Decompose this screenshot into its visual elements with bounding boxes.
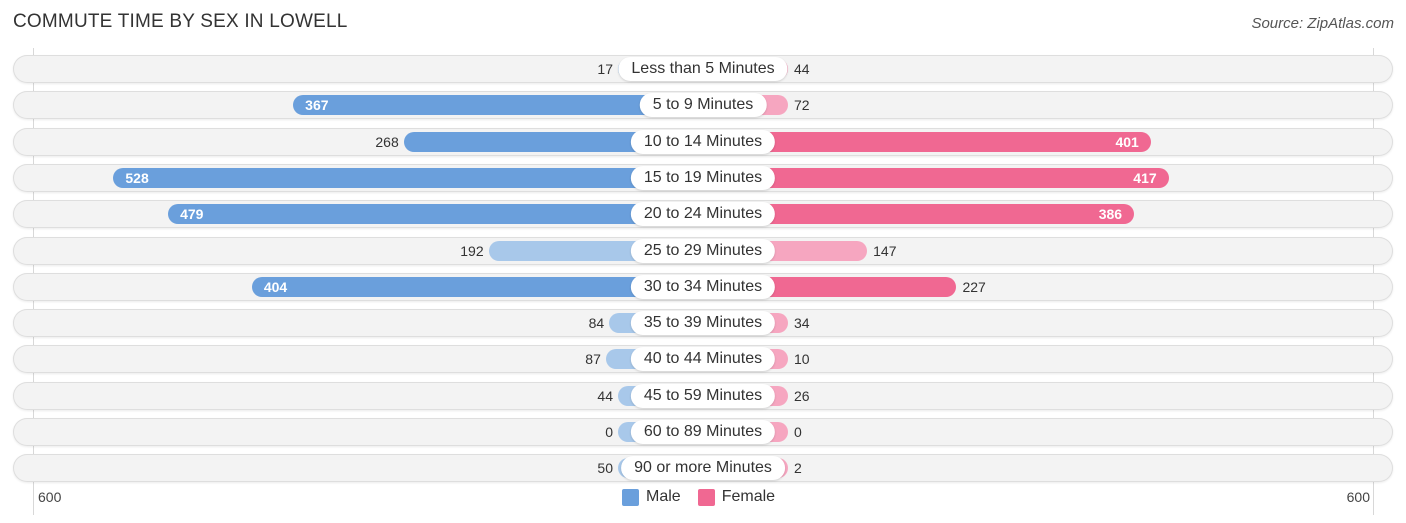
chart-row: 10 to 14 Minutes 268 401 — [13, 127, 1393, 156]
legend-item-male[interactable]: Male — [622, 488, 681, 506]
value-label-male: 84 — [588, 315, 605, 332]
value-label-female: 401 — [1115, 133, 1139, 150]
category-label: 30 to 34 Minutes — [630, 274, 776, 299]
category-label: 25 to 29 Minutes — [630, 238, 776, 263]
category-label: 15 to 19 Minutes — [630, 165, 776, 190]
value-label-female: 147 — [873, 242, 897, 259]
value-label-male: 404 — [263, 278, 288, 295]
legend: Male Female — [622, 488, 792, 506]
legend-label-female: Female — [721, 488, 776, 505]
category-label: 90 or more Minutes — [621, 456, 785, 481]
value-label-male: 87 — [585, 351, 601, 368]
value-label-female: 227 — [962, 278, 986, 295]
chart-row: 45 to 59 Minutes 44 26 — [13, 381, 1393, 410]
value-label-male: 367 — [305, 97, 329, 114]
legend-swatch-male — [622, 488, 639, 506]
category-label: 10 to 14 Minutes — [630, 129, 776, 154]
chart-row: 40 to 44 Minutes 87 10 — [13, 345, 1393, 374]
chart-row: 60 to 89 Minutes 0 0 — [13, 418, 1393, 446]
category-label: 40 to 44 Minutes — [630, 347, 776, 372]
value-label-male: 528 — [125, 169, 149, 186]
value-label-female: 417 — [1133, 169, 1157, 186]
chart-row: 30 to 34 Minutes 404 227 — [13, 272, 1393, 301]
value-label-male: 0 — [605, 424, 613, 440]
value-label-male: 268 — [375, 133, 399, 150]
value-label-female: 26 — [794, 387, 810, 404]
value-label-female: 0 — [794, 424, 802, 440]
axis-tick-right: 600 — [1346, 489, 1370, 505]
axis-tick-left: 600 — [38, 489, 62, 505]
bar-male[interactable] — [113, 167, 703, 188]
chart-row: 25 to 29 Minutes 192 147 — [13, 236, 1393, 265]
category-label: 5 to 9 Minutes — [639, 93, 767, 118]
chart-row: 5 to 9 Minutes 367 72 — [13, 91, 1393, 120]
value-label-male: 44 — [597, 387, 613, 404]
category-label: 60 to 89 Minutes — [630, 420, 776, 444]
value-label-female: 72 — [794, 97, 810, 114]
value-label-female: 10 — [794, 351, 810, 368]
chart-row: 35 to 39 Minutes 84 34 — [13, 309, 1393, 338]
value-label-female: 2 — [794, 460, 802, 477]
legend-swatch-female — [697, 488, 715, 506]
value-label-female: 44 — [794, 61, 810, 77]
category-label: 45 to 59 Minutes — [630, 383, 776, 408]
value-label-male: 192 — [460, 242, 484, 259]
chart-row: Less than 5 Minutes 17 44 — [13, 55, 1393, 83]
bar-male[interactable] — [168, 204, 703, 225]
category-label: 35 to 39 Minutes — [630, 311, 776, 336]
category-label: Less than 5 Minutes — [618, 57, 788, 81]
value-label-male: 50 — [597, 460, 613, 477]
chart-row: 15 to 19 Minutes 528 417 — [13, 163, 1393, 192]
value-label-male: 479 — [180, 206, 204, 223]
value-label-female: 386 — [1098, 206, 1123, 223]
chart-title: COMMUTE TIME BY SEX IN LOWELL — [13, 11, 348, 32]
value-label-male: 17 — [597, 61, 613, 77]
chart-row: 20 to 24 Minutes 479 386 — [13, 200, 1393, 229]
legend-label-male: Male — [646, 488, 681, 505]
category-label: 20 to 24 Minutes — [630, 202, 776, 227]
legend-item-female[interactable]: Female — [697, 488, 776, 506]
source-label: Source: ZipAtlas.com — [1251, 15, 1394, 32]
chart-row: 90 or more Minutes 50 2 — [13, 454, 1393, 483]
value-label-female: 34 — [794, 315, 810, 332]
